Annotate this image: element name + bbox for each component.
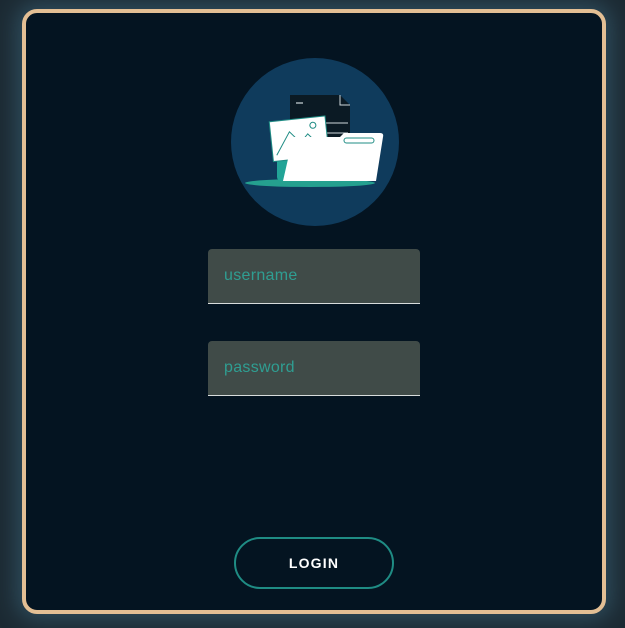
username-input[interactable] [208, 249, 420, 303]
login-card: LOGIN [22, 9, 606, 614]
login-button[interactable]: LOGIN [234, 537, 394, 589]
password-input[interactable] [208, 341, 420, 395]
username-field[interactable] [208, 249, 420, 304]
password-field[interactable] [208, 341, 420, 396]
folder-with-documents-icon [230, 57, 400, 227]
